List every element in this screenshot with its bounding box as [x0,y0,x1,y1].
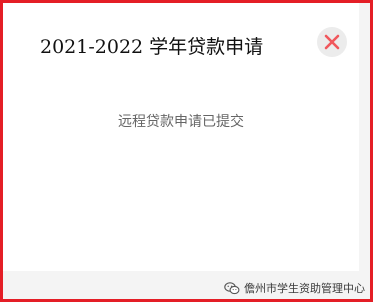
loan-application-dialog: 2021-2022 学年贷款申请 远程贷款申请已提交 [3,3,359,271]
close-button[interactable] [317,27,347,57]
page-backdrop-right [359,3,370,299]
wechat-icon [224,281,240,294]
dialog-title: 2021-2022 学年贷款申请 [40,36,264,58]
source-watermark: 儋州市学生资助管理中心 [224,280,365,296]
close-x-icon [324,34,340,50]
watermark-text: 儋州市学生资助管理中心 [244,282,365,295]
submission-status-message: 远程贷款申请已提交 [118,114,244,130]
